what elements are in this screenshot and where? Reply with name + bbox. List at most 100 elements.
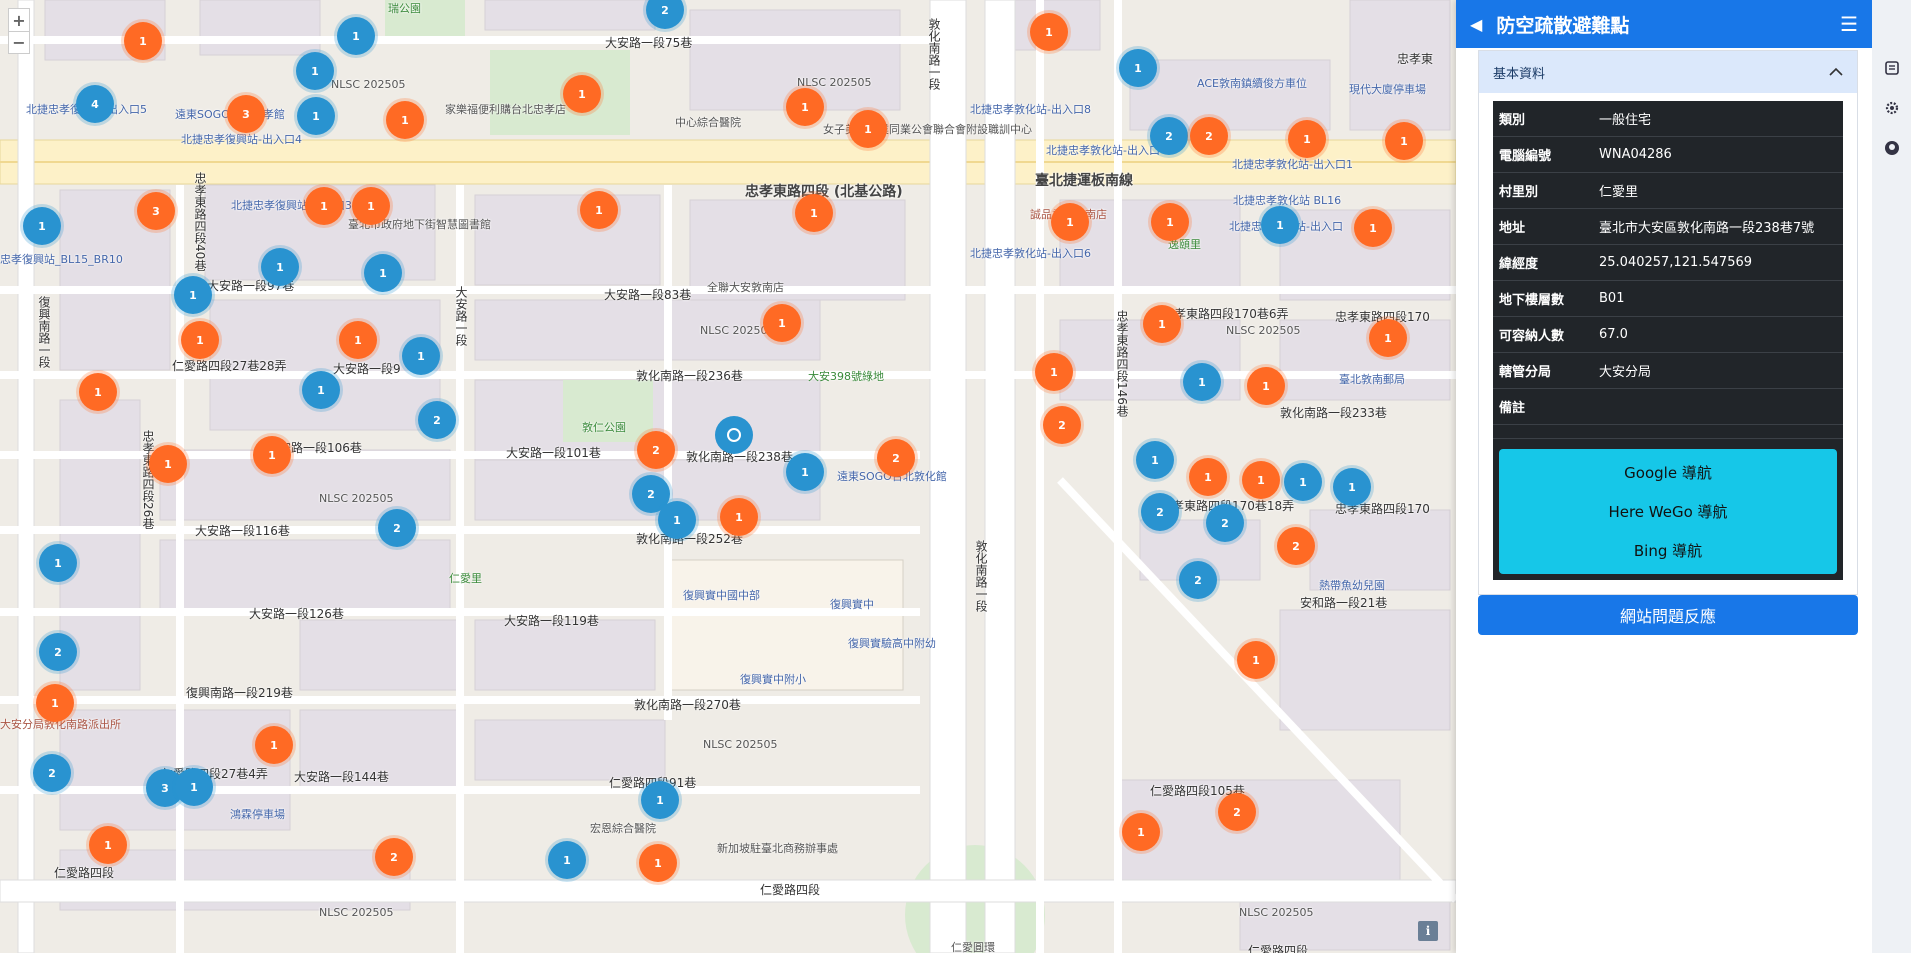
marker-cluster[interactable]: 2 [378, 509, 416, 547]
marker-cluster[interactable]: 1 [39, 544, 77, 582]
marker-cluster[interactable]: 1 [849, 110, 887, 148]
marker-cluster[interactable]: 1 [786, 88, 824, 126]
marker-cluster[interactable]: 1 [23, 207, 61, 245]
marker-cluster[interactable]: 2 [33, 754, 71, 792]
marker-cluster[interactable]: 1 [1385, 122, 1423, 160]
marker-cluster[interactable]: 1 [720, 498, 758, 536]
marker-cluster[interactable]: 1 [563, 75, 601, 113]
marker-cluster[interactable]: 2 [1043, 406, 1081, 444]
marker-cluster[interactable]: 1 [302, 371, 340, 409]
marker-cluster[interactable]: 1 [296, 52, 334, 90]
marker-cluster[interactable]: 2 [877, 439, 915, 477]
marker-cluster[interactable]: 1 [297, 97, 335, 135]
marker-cluster[interactable]: 1 [1136, 441, 1174, 479]
marker-cluster[interactable]: 1 [795, 194, 833, 232]
marker-cluster[interactable]: 1 [1247, 367, 1285, 405]
marker-cluster[interactable]: 1 [402, 337, 440, 375]
feedback-button[interactable]: 網站問題反應 [1478, 595, 1858, 635]
marker-cluster[interactable]: 1 [339, 321, 377, 359]
marker-cluster[interactable]: 3 [137, 192, 175, 230]
marker-cluster[interactable]: 1 [36, 684, 74, 722]
marker-cluster[interactable]: 1 [580, 191, 618, 229]
marker-cluster[interactable]: 2 [1190, 117, 1228, 155]
marker-cluster[interactable]: 1 [149, 445, 187, 483]
marker-cluster[interactable]: 2 [1206, 504, 1244, 542]
gear-icon[interactable] [1884, 100, 1900, 116]
marker-cluster[interactable]: 1 [1189, 458, 1227, 496]
marker-cluster[interactable]: 1 [1288, 120, 1326, 158]
marker-cluster[interactable]: 1 [1119, 49, 1157, 87]
cluster-count: 1 [401, 113, 409, 127]
menu-icon[interactable]: ☰ [1840, 12, 1858, 36]
marker-cluster[interactable]: 1 [658, 501, 696, 539]
marker-cluster[interactable]: 1 [1333, 468, 1371, 506]
marker-cluster[interactable]: 1 [255, 726, 293, 764]
marker-cluster[interactable]: 1 [1030, 13, 1068, 51]
field-value: 25.040257,121.547569 [1593, 244, 1843, 281]
marker-cluster[interactable]: 2 [1150, 117, 1188, 155]
marker-cluster[interactable]: 1 [1354, 209, 1392, 247]
marker-cluster[interactable]: 1 [548, 841, 586, 879]
marker-cluster[interactable]: 1 [89, 826, 127, 864]
marker-cluster[interactable]: 2 [418, 401, 456, 439]
cluster-count: 1 [656, 793, 664, 807]
selected-shelter-marker[interactable] [715, 416, 753, 454]
marker-cluster[interactable]: 1 [1284, 463, 1322, 501]
marker-cluster[interactable]: 1 [1237, 641, 1275, 679]
marker-cluster[interactable]: 1 [1151, 203, 1189, 241]
poi-label: 鴻霖停車場 [230, 808, 285, 821]
marker-cluster[interactable]: 1 [253, 436, 291, 474]
marker-cluster[interactable]: 2 [1179, 561, 1217, 599]
back-icon[interactable]: ◀ [1470, 15, 1482, 34]
marker-cluster[interactable]: 2 [1141, 493, 1179, 531]
marker-cluster[interactable]: 1 [261, 248, 299, 286]
cluster-count: 1 [51, 696, 59, 710]
accordion-header[interactable]: 基本資料 [1479, 51, 1857, 93]
road-label: 大安路一段126巷 [249, 607, 344, 621]
marker-cluster[interactable]: 1 [1143, 305, 1181, 343]
marker-cluster[interactable]: 4 [76, 85, 114, 123]
info-button[interactable]: i [1418, 921, 1438, 941]
poi-label: 復興實驗高中附幼 [848, 637, 936, 650]
spacer [1493, 424, 1843, 439]
marker-cluster[interactable]: 1 [1183, 363, 1221, 401]
layers-icon[interactable] [1884, 60, 1900, 76]
marker-cluster[interactable]: 1 [79, 373, 117, 411]
marker-cluster[interactable]: 1 [386, 101, 424, 139]
marker-cluster[interactable]: 1 [1122, 813, 1160, 851]
marker-cluster[interactable]: 1 [352, 187, 390, 225]
poi-label: 瑞公園 [388, 2, 421, 15]
marker-cluster[interactable]: 1 [124, 22, 162, 60]
google-nav-button[interactable]: Google 導航 [1499, 453, 1837, 492]
road-label: 大安路一段83巷 [604, 288, 692, 302]
marker-cluster[interactable]: 1 [1035, 353, 1073, 391]
marker-cluster[interactable]: 2 [1218, 793, 1256, 831]
marker-cluster[interactable]: 1 [1261, 206, 1299, 244]
herewego-nav-button[interactable]: Here WeGo 導航 [1499, 492, 1837, 531]
cluster-count: 2 [1058, 418, 1066, 432]
bing-nav-button[interactable]: Bing 導航 [1499, 531, 1837, 570]
marker-cluster[interactable]: 1 [337, 17, 375, 55]
marker-cluster[interactable]: 2 [375, 838, 413, 876]
marker-cluster[interactable]: 1 [763, 304, 801, 342]
marker-cluster[interactable]: 2 [637, 431, 675, 469]
marker-cluster[interactable]: 1 [174, 276, 212, 314]
marker-cluster[interactable]: 1 [639, 844, 677, 882]
marker-cluster[interactable]: 1 [364, 254, 402, 292]
marker-cluster[interactable]: 1 [1369, 319, 1407, 357]
marker-cluster[interactable]: 1 [175, 768, 213, 806]
zoom-in-button[interactable]: + [9, 9, 29, 31]
zoom-out-button[interactable]: − [9, 31, 29, 53]
marker-cluster[interactable]: 1 [1051, 203, 1089, 241]
github-icon[interactable] [1884, 140, 1900, 156]
marker-cluster[interactable]: 3 [227, 95, 265, 133]
marker-cluster[interactable]: 1 [305, 187, 343, 225]
marker-cluster[interactable]: 2 [1277, 527, 1315, 565]
cluster-count: 1 [1400, 134, 1408, 148]
marker-cluster[interactable]: 1 [1242, 461, 1280, 499]
cluster-count: 1 [1252, 653, 1260, 667]
marker-cluster[interactable]: 1 [786, 453, 824, 491]
marker-cluster[interactable]: 1 [641, 781, 679, 819]
marker-cluster[interactable]: 2 [39, 633, 77, 671]
marker-cluster[interactable]: 1 [181, 321, 219, 359]
